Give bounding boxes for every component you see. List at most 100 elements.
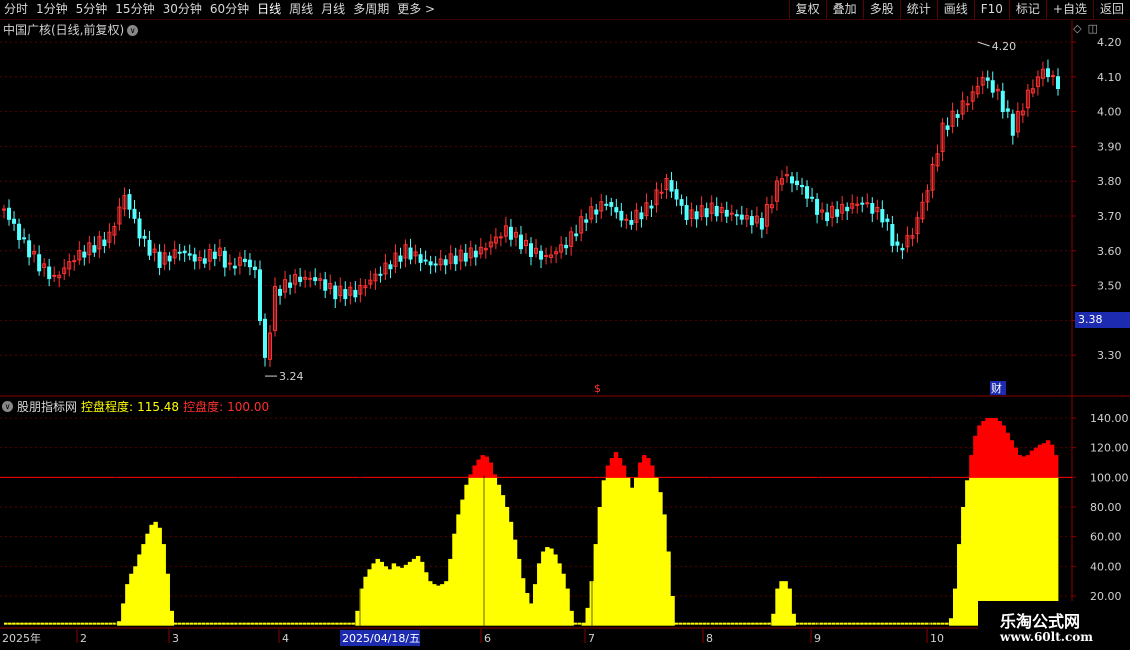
- function-button-0[interactable]: 复权: [788, 0, 826, 19]
- price-axis-label: 3.60: [1097, 245, 1122, 258]
- indicator-stub: [193, 622, 198, 625]
- indicator-bar: [133, 566, 138, 626]
- indicator-stub: [936, 622, 941, 625]
- indicator-bar: [791, 613, 796, 626]
- candle-body: [132, 208, 137, 219]
- indicator-bar: [355, 610, 360, 626]
- indicator-bar: [953, 588, 958, 626]
- indicator-bar: [638, 477, 643, 626]
- function-button-7[interactable]: +自选: [1045, 0, 1093, 19]
- function-button-3[interactable]: 统计: [899, 0, 937, 19]
- indicator-bar: [411, 558, 417, 626]
- indicator-stub: [209, 622, 214, 625]
- indicator-axis-label: 120.00: [1090, 442, 1129, 455]
- candles: [2, 59, 1060, 368]
- indicator-stub: [262, 622, 267, 625]
- indicator-bar: [500, 495, 506, 626]
- period-tab-9[interactable]: 多周期: [349, 0, 393, 19]
- indicator-stub: [339, 622, 343, 625]
- indicator-stub: [682, 622, 687, 625]
- indicator-bar-excess: [1013, 447, 1019, 478]
- indicator-stub: [751, 622, 755, 625]
- candle-body: [313, 277, 318, 282]
- candle-body: [795, 180, 800, 186]
- candle-body: [679, 199, 684, 206]
- watermark-line-2: www.60lt.com: [1000, 630, 1093, 644]
- indicator-stub: [831, 622, 836, 625]
- candle-body: [629, 220, 634, 225]
- candle-body: [945, 125, 950, 130]
- indicator-bar: [670, 596, 675, 626]
- indicator-stub: [230, 622, 234, 625]
- indicator-stub: [811, 622, 816, 625]
- period-tab-6[interactable]: 日线: [253, 0, 285, 19]
- indicator-bar: [145, 533, 150, 626]
- indicator-stub: [40, 622, 44, 625]
- candle-body: [518, 234, 523, 250]
- date-label: 2025年: [2, 631, 41, 645]
- function-button-5[interactable]: F10: [973, 0, 1009, 19]
- chevron-down-icon[interactable]: ∨: [2, 401, 13, 412]
- period-tab-5[interactable]: 60分钟: [206, 0, 253, 19]
- candle-body: [1050, 75, 1055, 78]
- indicator-stub: [678, 622, 683, 625]
- indicator-bar: [464, 484, 469, 626]
- function-button-1[interactable]: 叠加: [825, 0, 863, 19]
- indicator-stub: [872, 622, 876, 625]
- period-tab-3[interactable]: 15分钟: [111, 0, 158, 19]
- candle-body: [724, 209, 729, 217]
- period-tab-8[interactable]: 月线: [317, 0, 349, 19]
- indicator-bar: [585, 607, 590, 626]
- candle-body: [639, 212, 644, 220]
- price-axis-label: 3.90: [1097, 140, 1122, 153]
- candle-body: [343, 289, 348, 300]
- indicator-bar: [965, 480, 970, 626]
- indicator-stub: [331, 622, 335, 625]
- indicator-bar-excess: [1045, 440, 1051, 478]
- period-tab-2[interactable]: 5分钟: [72, 0, 112, 19]
- indicator-stub: [755, 622, 759, 625]
- candle-body: [252, 266, 257, 271]
- indicator-bar: [153, 521, 158, 626]
- indicator-stub: [928, 622, 933, 625]
- period-tab-10[interactable]: 更多 >: [393, 0, 439, 19]
- indicator-bar: [395, 566, 401, 626]
- period-tab-4[interactable]: 30分钟: [159, 0, 206, 19]
- indicator-bar: [969, 477, 974, 626]
- candle-body: [157, 251, 162, 268]
- indicator-bar: [617, 477, 623, 626]
- candlestick-chart[interactable]: 4.204.104.003.903.803.703.603.503.403.30…: [0, 20, 1130, 397]
- indicator-stub: [807, 622, 812, 625]
- indicator-stub: [738, 622, 743, 625]
- period-tab-1[interactable]: 1分钟: [32, 0, 72, 19]
- indicator-bar: [452, 533, 457, 626]
- chevron-down-icon[interactable]: ∨: [127, 25, 139, 36]
- date-axis[interactable]: 2025年 2 3 4 2025/04/18/五 6 7 8 9 10: [0, 629, 1130, 650]
- indicator-bar: [371, 563, 376, 626]
- indicator-bar: [419, 561, 425, 626]
- date-label: 8: [706, 632, 713, 645]
- candle-body: [574, 233, 579, 237]
- price-axis-label: 3.80: [1097, 175, 1122, 188]
- period-tab-7[interactable]: 周线: [285, 0, 317, 19]
- indicator-stub: [72, 622, 77, 625]
- diamond-icon[interactable]: ◇: [1073, 22, 1081, 35]
- window-icon[interactable]: ◫: [1088, 22, 1098, 35]
- candle-body: [212, 251, 217, 259]
- indicator-chart[interactable]: 140.00120.00100.0080.0060.0040.0020.00: [0, 397, 1130, 629]
- function-button-6[interactable]: 标记: [1008, 0, 1046, 19]
- candle-body: [247, 259, 252, 268]
- indicator-bar: [601, 480, 607, 626]
- function-button-2[interactable]: 多股: [862, 0, 900, 19]
- function-button-4[interactable]: 画线: [936, 0, 974, 19]
- indicator-bar: [581, 622, 586, 626]
- function-button-8[interactable]: 返回: [1092, 0, 1130, 19]
- candle-body: [594, 209, 599, 215]
- indicator-bar: [472, 477, 477, 626]
- indicator-stub: [197, 622, 202, 625]
- candle-body: [704, 208, 709, 218]
- indicator-stub: [32, 622, 36, 625]
- period-tab-0[interactable]: 分时: [0, 0, 32, 19]
- indicator-stub: [795, 622, 800, 625]
- indicator-stub: [852, 622, 856, 625]
